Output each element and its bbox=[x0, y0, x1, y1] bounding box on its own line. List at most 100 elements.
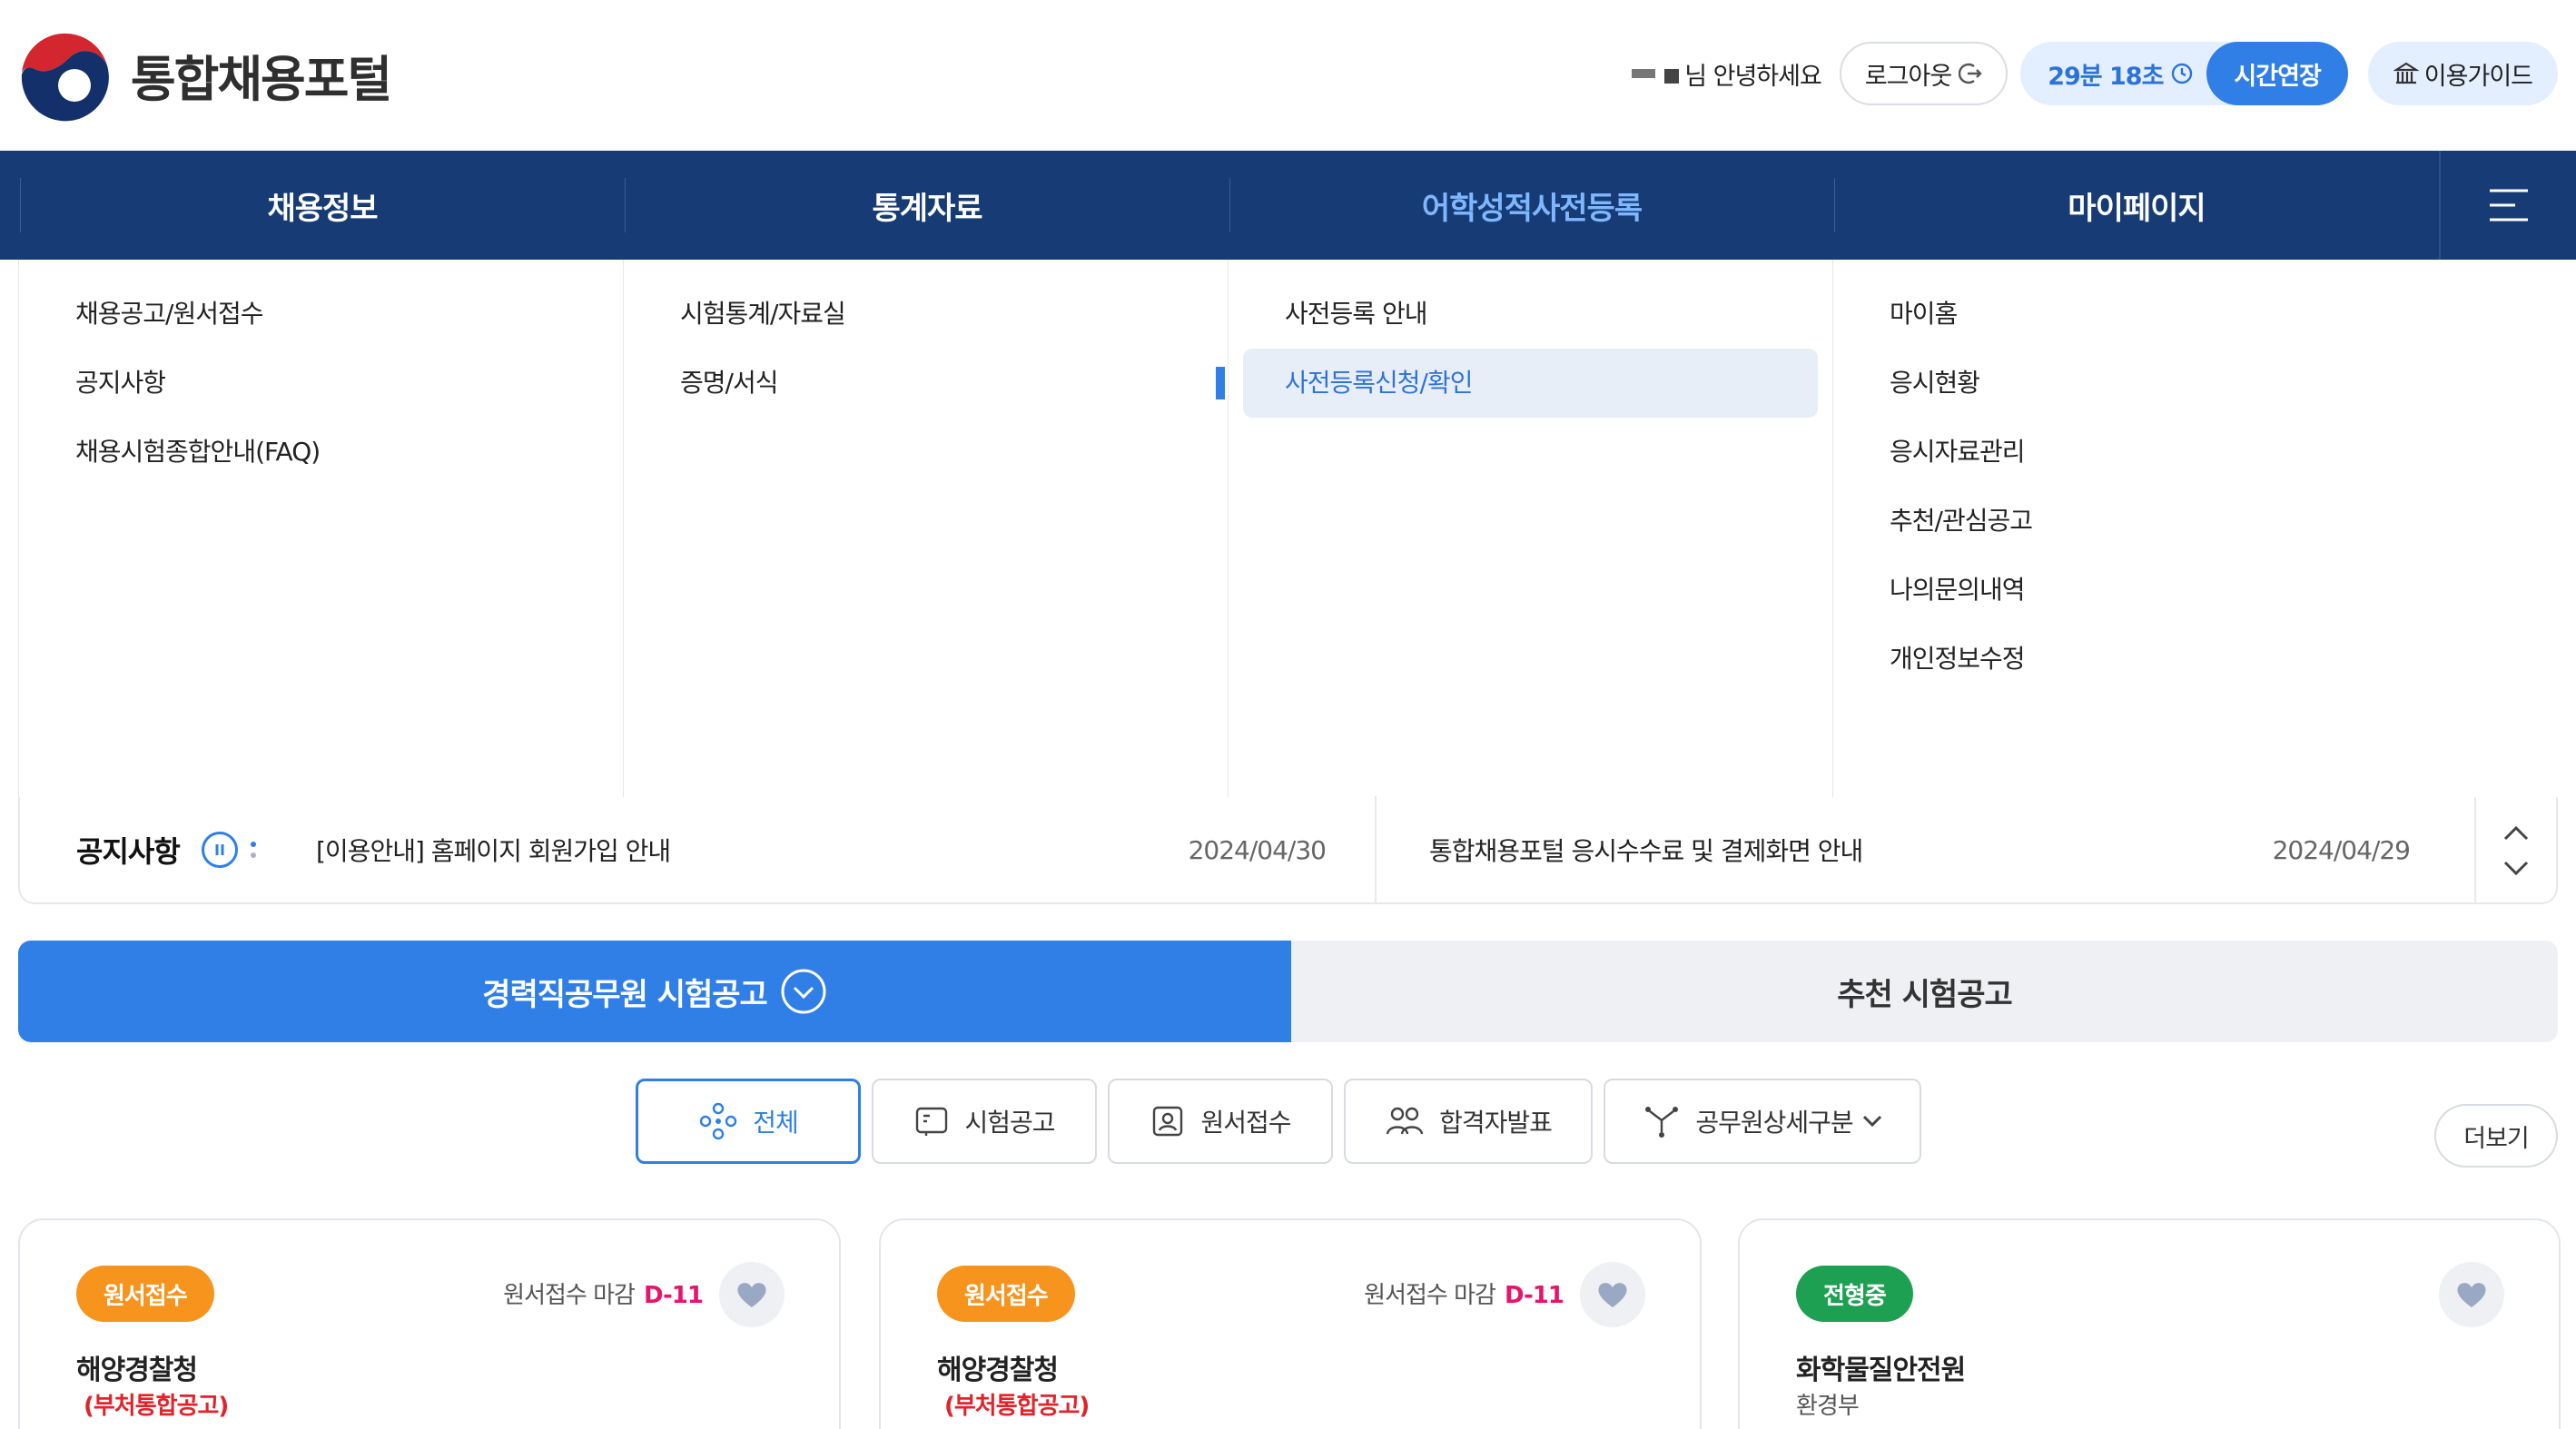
mega-menu: 채용공고/원서접수 공지사항 채용시험종합안내(FAQ) 시험통계/자료실 증명… bbox=[18, 260, 2438, 797]
filter-group: 전체 시험공고 원서접수 합격자발표 공무원상세구분 bbox=[636, 1079, 1921, 1164]
filter-all[interactable]: 전체 bbox=[636, 1079, 861, 1164]
deadline-text: 원서접수 마감 D-11 bbox=[1364, 1276, 1564, 1310]
notice-item[interactable]: 통합채용포털 응시수수료 및 결제화면 안내 2024/04/29 bbox=[1375, 796, 2443, 903]
joint-notice-tag: (부처통합공고) bbox=[84, 1393, 229, 1420]
exam-card[interactable]: 원서접수 원서접수 마감 D-11 해양경찰청 (부처통합공고) bbox=[879, 1218, 1702, 1429]
submenu-preregister-apply[interactable]: 사전등록신청/확인 bbox=[1216, 349, 1818, 418]
submenu-preregister-guide[interactable]: 사전등록 안내 bbox=[1243, 280, 1818, 349]
ministry-name: 환경부 bbox=[1796, 1393, 1860, 1420]
organization-name: 해양경찰청 bbox=[76, 1355, 198, 1386]
logo-title: 통합채용포털 bbox=[131, 50, 392, 108]
notice-arrows bbox=[2474, 797, 2556, 904]
status-badge: 원서접수 bbox=[76, 1266, 214, 1322]
favorite-button[interactable] bbox=[1580, 1262, 1645, 1327]
user-area: 님 안녕하세요 로그아웃 29분 18초 시간연장 이용가이드 bbox=[1632, 42, 2558, 105]
submenu-edit-profile[interactable]: 개인정보수정 bbox=[1848, 625, 2423, 694]
session-timer: 29분 18초 시간연장 bbox=[2020, 42, 2348, 105]
deadline-label: 원서접수 마감 bbox=[503, 1282, 636, 1309]
gnb-item-recruit-info[interactable]: 채용정보 bbox=[20, 151, 625, 260]
notice-date: 2024/04/29 bbox=[2272, 834, 2411, 865]
heart-icon bbox=[2457, 1283, 2486, 1307]
submenu-recruit-notice[interactable]: 채용공고/원서접수 bbox=[34, 280, 608, 349]
chevron-up-icon[interactable] bbox=[2502, 825, 2530, 842]
deadline-label: 원서접수 마감 bbox=[1364, 1282, 1496, 1309]
status-badge: 원서접수 bbox=[937, 1266, 1075, 1322]
logout-label: 로그아웃 bbox=[1864, 62, 1952, 91]
favorite-button[interactable] bbox=[719, 1262, 785, 1327]
exam-card[interactable]: 전형중 화학물질안전원 환경부 bbox=[1738, 1218, 2561, 1429]
deadline-text: 원서접수 마감 D-11 bbox=[503, 1276, 704, 1310]
clock-icon bbox=[2172, 63, 2193, 84]
heart-icon bbox=[737, 1283, 766, 1307]
filter-results[interactable]: 합격자발표 bbox=[1344, 1079, 1593, 1164]
application-form-icon bbox=[1153, 1106, 1183, 1137]
gnb-item-statistics[interactable]: 통계자료 bbox=[625, 151, 1229, 260]
taegeuk-emblem-icon bbox=[20, 29, 111, 122]
dday-value: D-11 bbox=[1504, 1282, 1564, 1309]
mega-col-statistics: 시험통계/자료실 증명/서식 bbox=[624, 260, 1229, 797]
submenu-recommended[interactable]: 추천/관심공고 bbox=[1848, 487, 2423, 556]
submenu-apply-data[interactable]: 응시자료관리 bbox=[1848, 418, 2423, 487]
logout-button[interactable]: 로그아웃 bbox=[1839, 42, 2008, 105]
user-guide-button[interactable]: 이용가이드 bbox=[2367, 42, 2558, 105]
filter-exam-notice-label: 시험공고 bbox=[964, 1108, 1055, 1138]
notice-label: 공지사항 bbox=[76, 834, 181, 869]
filter-exam-notice[interactable]: 시험공고 bbox=[872, 1079, 1097, 1164]
tab-career-exam[interactable]: 경력직공무원 시험공고 bbox=[18, 941, 1291, 1042]
organization-name: 화학물질안전원 bbox=[1796, 1355, 1966, 1386]
submenu-exam-stats[interactable]: 시험통계/자료실 bbox=[638, 280, 1213, 349]
site-header: 통합채용포털 님 안녕하세요 로그아웃 29분 18초 시간연장 이용가이드 bbox=[0, 0, 2576, 151]
filter-application[interactable]: 원서접수 bbox=[1108, 1079, 1333, 1164]
submenu-faq[interactable]: 채용시험종합안내(FAQ) bbox=[34, 418, 608, 487]
submenu-myhome[interactable]: 마이홈 bbox=[1848, 280, 2423, 349]
notice-date: 2024/04/30 bbox=[1188, 834, 1327, 865]
mega-col-mypage: 마이홈 응시현황 응시자료관리 추천/관심공고 나의문의내역 개인정보수정 bbox=[1833, 260, 2438, 797]
gnb-item-language-score[interactable]: 어학성적사전등록 bbox=[1229, 151, 1834, 260]
filter-results-label: 합격자발표 bbox=[1439, 1108, 1553, 1138]
notice-title: [이용안내] 홈페이지 회원가입 안내 bbox=[316, 836, 671, 866]
submenu-certificates[interactable]: 증명/서식 bbox=[638, 349, 1213, 418]
logout-icon bbox=[1959, 63, 1982, 84]
timer-value: 29분 18초 bbox=[2048, 62, 2164, 91]
global-nav: 채용정보 통계자료 어학성적사전등록 마이페이지 bbox=[0, 151, 2576, 260]
notice-pagination[interactable] bbox=[250, 842, 256, 858]
filter-official-type[interactable]: 공무원상세구분 bbox=[1604, 1079, 1921, 1164]
timer-display: 29분 18초 bbox=[2020, 56, 2206, 92]
pause-button[interactable] bbox=[201, 832, 238, 868]
filter-application-label: 원서접수 bbox=[1200, 1108, 1291, 1138]
status-badge: 전형중 bbox=[1796, 1266, 1913, 1322]
submenu-my-inquiries[interactable]: 나의문의내역 bbox=[1848, 556, 2423, 625]
heart-icon bbox=[1598, 1283, 1627, 1307]
filter-official-type-label: 공무원상세구분 bbox=[1695, 1108, 1853, 1138]
exam-card[interactable]: 원서접수 원서접수 마감 D-11 해양경찰청 (부처통합공고) bbox=[18, 1218, 841, 1429]
chevron-down-icon[interactable] bbox=[2502, 860, 2530, 876]
notice-board-icon bbox=[916, 1107, 948, 1136]
favorite-button[interactable] bbox=[2439, 1262, 2504, 1327]
extend-session-button[interactable]: 시간연장 bbox=[2206, 42, 2348, 105]
submenu-notice[interactable]: 공지사항 bbox=[34, 349, 608, 418]
gnb-item-mypage[interactable]: 마이페이지 bbox=[1834, 151, 2439, 260]
dday-value: D-11 bbox=[643, 1282, 704, 1309]
notice-item[interactable]: [이용안내] 홈페이지 회원가입 안내 2024/04/30 bbox=[316, 796, 1338, 903]
more-button[interactable]: 더보기 bbox=[2434, 1104, 2558, 1168]
mega-col-language: 사전등록 안내 사전등록신청/확인 bbox=[1216, 260, 1833, 797]
building-icon bbox=[2393, 62, 2419, 84]
branch-icon bbox=[1645, 1107, 1679, 1138]
greeting-text: 님 안녕하세요 bbox=[1684, 62, 1822, 91]
joint-notice-tag: (부처통합공고) bbox=[944, 1393, 1090, 1420]
pause-icon bbox=[215, 844, 224, 855]
hamburger-icon bbox=[2489, 189, 2528, 222]
notice-ticker: 공지사항 [이용안내] 홈페이지 회원가입 안내 2024/04/30 통합채용… bbox=[18, 796, 2558, 904]
masked-username-char bbox=[1664, 64, 1680, 84]
mega-col-recruit: 채용공고/원서접수 공지사항 채용시험종합안내(FAQ) bbox=[19, 260, 624, 797]
site-logo[interactable]: 통합채용포털 bbox=[18, 27, 392, 122]
organization-name: 해양경찰청 bbox=[937, 1355, 1059, 1386]
chevron-circle-down-icon bbox=[781, 969, 826, 1014]
filter-all-label: 전체 bbox=[753, 1108, 799, 1138]
guide-label: 이용가이드 bbox=[2423, 62, 2533, 91]
all-dots-icon bbox=[700, 1102, 737, 1140]
submenu-apply-status[interactable]: 응시현황 bbox=[1848, 349, 2423, 418]
tab-recommended-exam[interactable]: 추천 시험공고 bbox=[1291, 941, 2558, 1042]
people-icon bbox=[1386, 1107, 1424, 1135]
all-menu-button[interactable] bbox=[2439, 151, 2576, 260]
